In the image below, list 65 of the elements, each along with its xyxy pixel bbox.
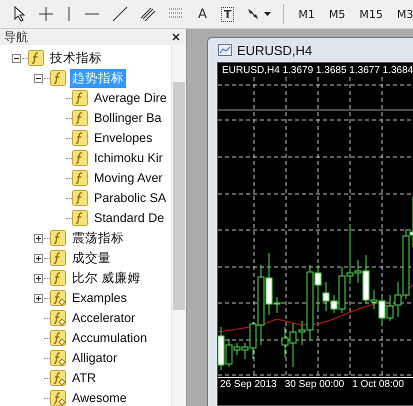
function-icon (72, 90, 88, 106)
chart-header: EURUSD,H4 1.3679 1.3685 1.3677 1.3684 (221, 64, 413, 77)
tree-item[interactable]: Moving Aver (92, 170, 165, 186)
horizontal-line-icon[interactable] (84, 11, 100, 17)
function-icon (50, 270, 66, 286)
function-icon (50, 70, 66, 86)
custom-function-icon (50, 370, 66, 386)
timeframe-button[interactable]: M3 (394, 4, 413, 24)
scrollbar-thumb[interactable] (173, 82, 185, 310)
chart-window-icon (218, 44, 232, 56)
expander-icon[interactable] (12, 54, 21, 62)
expander-icon[interactable] (34, 74, 43, 82)
function-icon (50, 250, 66, 266)
tree-item[interactable]: Parabolic SA (92, 190, 168, 206)
close-icon[interactable] (172, 33, 180, 41)
tree-item[interactable]: Bollinger Ba (92, 110, 164, 126)
crosshair-icon[interactable] (38, 6, 54, 22)
tree-item[interactable]: Ichimoku Kir (92, 150, 165, 166)
tree-item[interactable]: Alligator (70, 350, 120, 366)
function-icon (72, 210, 88, 226)
tree-item[interactable]: 成交量 (70, 248, 113, 268)
channel-icon[interactable] (140, 6, 156, 22)
expander-icon[interactable] (34, 294, 43, 302)
expander-icon[interactable] (34, 234, 43, 242)
tree-item[interactable]: 比尔 威廉姆 (70, 268, 142, 288)
tree-item[interactable]: 震荡指标 (70, 228, 126, 248)
tree-item[interactable]: 技术指标 (48, 48, 104, 68)
arrows-icon[interactable] (246, 7, 260, 21)
custom-function-icon (50, 390, 66, 406)
tree-item[interactable]: ATR (70, 370, 98, 386)
timeframe-button[interactable]: M1 (296, 4, 317, 24)
text-tool-button[interactable]: A (196, 6, 209, 22)
time-axis-label: 30 Sep 00:00 (284, 379, 344, 390)
panel-title: 导航 (4, 28, 28, 46)
cursor-icon[interactable] (14, 6, 26, 22)
tree-item[interactable]: Accumulation (70, 330, 150, 346)
custom-function-icon (50, 330, 66, 346)
time-axis-label: 1 Oct 08:00 (352, 379, 404, 390)
custom-function-icon (50, 310, 66, 326)
time-axis-label: 26 Sep 2013 (220, 379, 277, 390)
function-icon (72, 110, 88, 126)
tree-item[interactable]: Envelopes (92, 130, 154, 146)
expander-icon[interactable] (34, 274, 43, 282)
custom-function-icon (50, 350, 66, 366)
tree-item[interactable]: Standard De (92, 210, 166, 226)
expander-icon[interactable] (34, 254, 43, 262)
tree-item[interactable]: Awesome (70, 390, 129, 406)
tree-item[interactable]: Average Dire (92, 90, 169, 106)
label-tool-button[interactable]: T (220, 6, 234, 22)
caret-icon[interactable] (264, 12, 272, 16)
scrollbar[interactable] (171, 45, 186, 406)
timeframe-button[interactable]: M15 (357, 4, 385, 24)
timeframe-button[interactable]: M5 (326, 4, 348, 24)
tree-item[interactable]: Examples (70, 290, 129, 306)
trendline-icon[interactable] (112, 6, 128, 22)
window-title: EURUSD,H4 (237, 42, 312, 58)
custom-function-icon (50, 290, 66, 306)
function-icon (72, 150, 88, 166)
tree-item[interactable]: Accelerator (70, 310, 138, 326)
function-icon (50, 230, 66, 246)
function-icon (72, 130, 88, 146)
function-icon (72, 190, 88, 206)
function-icon (28, 50, 44, 66)
vertical-line-icon[interactable] (66, 6, 72, 22)
function-icon (72, 170, 88, 186)
